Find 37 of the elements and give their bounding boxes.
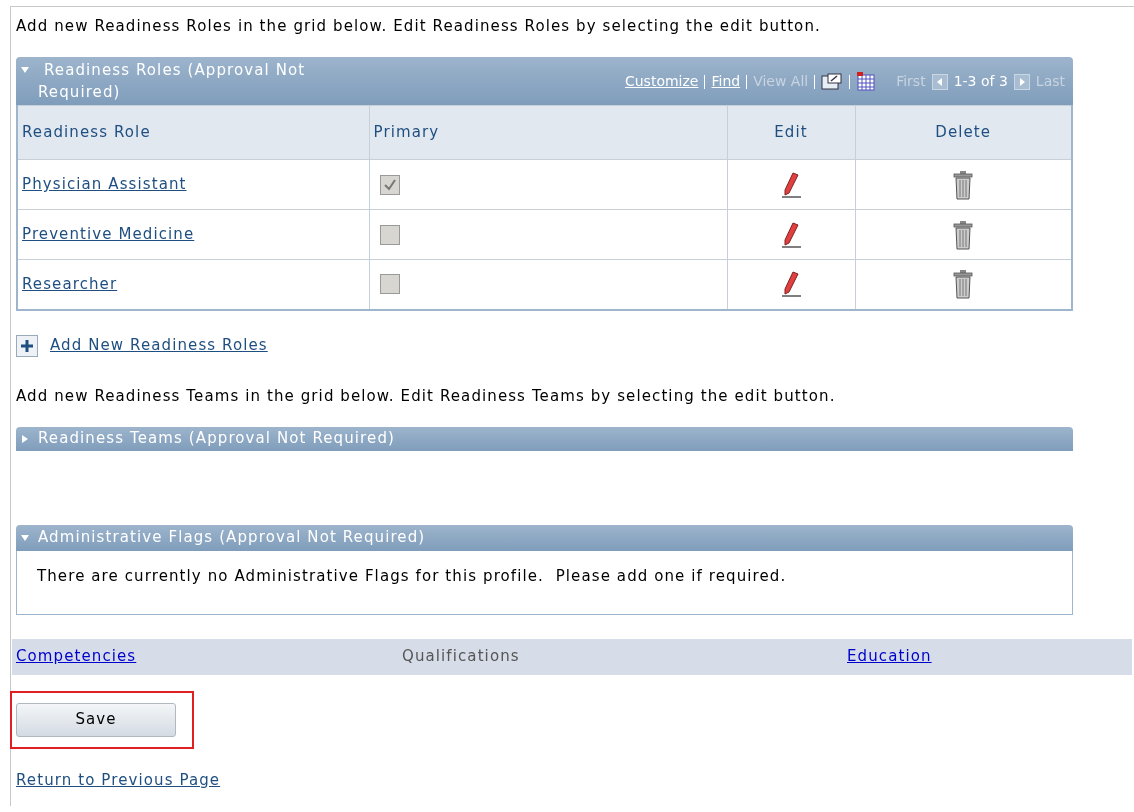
pencil-icon[interactable] — [779, 270, 803, 299]
trash-icon[interactable] — [952, 219, 975, 250]
pager-last: Last — [1035, 72, 1065, 91]
column-header: Delete — [855, 105, 1072, 160]
trash-icon[interactable] — [952, 169, 975, 200]
primary-checkbox[interactable] — [379, 274, 400, 295]
pencil-icon[interactable] — [779, 220, 803, 249]
primary-checkbox[interactable] — [379, 174, 400, 195]
expand-arrow-icon[interactable] — [20, 433, 30, 444]
grid-title: Administrative Flags (Approval Not Required) — [38, 527, 426, 549]
pager-first: First — [896, 72, 926, 91]
column-header: Primary — [369, 105, 727, 160]
primary-checkbox[interactable] — [379, 224, 400, 245]
instruction-text: Add new Readiness Roles in the grid below. Edit Readiness Roles by selecting the edit button. — [16, 16, 822, 37]
add-roles-link[interactable]: Add New Readiness Roles — [50, 334, 268, 357]
page-tab[interactable]: Qualifications — [402, 647, 520, 666]
grid-title: Readiness Roles (Approval Not Required) — [37, 60, 307, 103]
role-link[interactable]: Physician Assistant — [22, 175, 187, 194]
empty-message: There are currently no Administrative Flags for this profile. Please add one if required. — [37, 565, 788, 587]
collapse-arrow-icon[interactable] — [20, 532, 30, 543]
column-header: Readiness Role — [17, 105, 369, 160]
return-link[interactable]: Return to Previous Page — [16, 768, 221, 791]
spreadsheet-icon[interactable] — [856, 71, 877, 92]
role-link[interactable]: Researcher — [22, 275, 118, 293]
column-header: Edit — [727, 105, 855, 160]
new-window-icon[interactable] — [821, 72, 844, 91]
page-tab[interactable]: Competencies — [16, 647, 137, 666]
page-tab[interactable]: Education — [847, 647, 932, 666]
trash-icon[interactable] — [952, 269, 975, 300]
role-link[interactable]: Preventive Medicine — [22, 225, 195, 244]
toolbar-link-disabled: View All — [753, 72, 809, 91]
add-icon[interactable] — [16, 334, 38, 357]
grid-title: Readiness Teams (Approval Not Required) — [38, 428, 395, 450]
pager-range: 1-3 of 3 — [953, 72, 1008, 91]
instruction-text: Add new Readiness Teams in the grid below. Edit Readiness Teams by selecting the edit button. — [16, 385, 837, 407]
save-button[interactable]: Save — [16, 702, 176, 737]
pencil-icon[interactable] — [779, 170, 803, 199]
